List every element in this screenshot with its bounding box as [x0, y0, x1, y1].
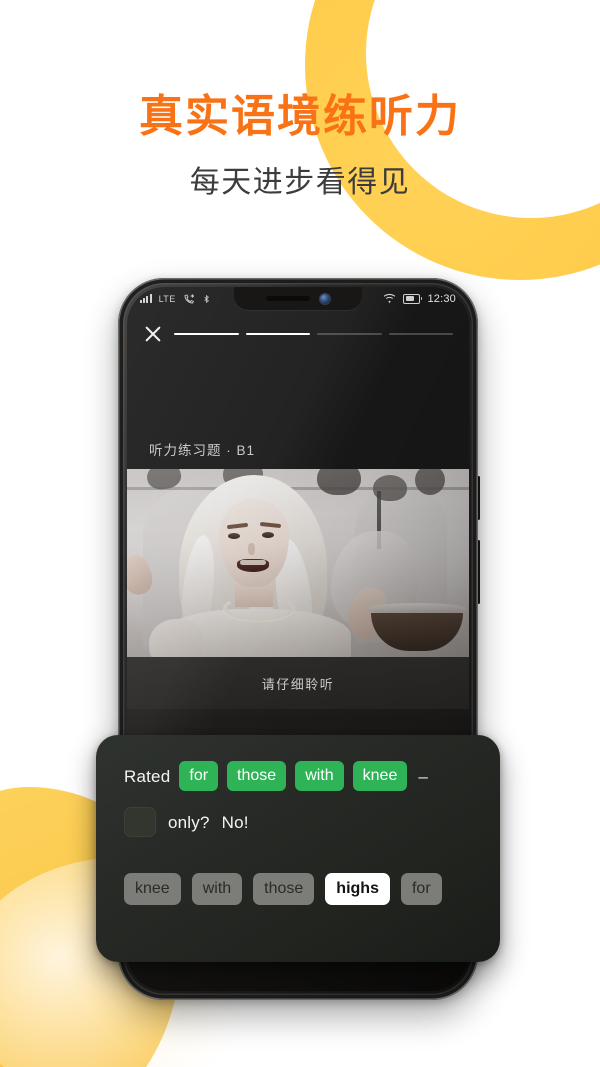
lesson-progress-bar: [174, 333, 453, 335]
progress-segment: [245, 333, 310, 335]
lesson-label: 听力练习题 · B1: [149, 443, 256, 458]
answer-blank-slot[interactable]: [124, 807, 156, 837]
phone-notch: [234, 287, 362, 310]
sentence-word: No!: [221, 812, 249, 832]
answer-chip-filled[interactable]: those: [227, 761, 287, 791]
front-camera-icon: [320, 293, 330, 304]
status-bar-right: 12:30: [383, 293, 456, 305]
movie-still-image: [127, 469, 469, 657]
bluetooth-icon: [203, 294, 209, 303]
promo-subheadline: 每天进步看得见: [189, 165, 411, 199]
status-bar-clock: 12:30: [427, 292, 456, 305]
earpiece-speaker: [266, 296, 310, 301]
word-bank-chip[interactable]: knee: [124, 873, 181, 905]
progress-segment: [317, 333, 382, 335]
promo-headline: 真实语境练听力: [139, 92, 461, 141]
sentence-word: only?: [168, 812, 210, 832]
signal-bars-icon: [140, 294, 152, 303]
network-label: LTE: [158, 293, 176, 304]
word-bank-chip[interactable]: those: [253, 873, 315, 905]
progress-segment: [388, 333, 453, 335]
sentence-row-1: Rated for those with knee –: [124, 761, 472, 791]
lesson-media-still[interactable]: movie-still-white-haired-woman: [127, 469, 469, 657]
battery-icon: [403, 293, 423, 304]
answer-chip-filled[interactable]: with: [295, 761, 344, 791]
status-bar-left: LTE: [140, 293, 211, 305]
sentence-dash: –: [418, 766, 428, 786]
answer-chip-filled[interactable]: knee: [352, 761, 408, 791]
sentence-row-2: only? No!: [124, 807, 472, 837]
answer-card: Rated for those with knee – only? No! knee with…: [96, 735, 500, 962]
word-bank-chip-selected[interactable]: highs: [325, 873, 390, 905]
word-bank: knee with those highs for: [124, 873, 472, 905]
word-bank-chip[interactable]: with: [191, 873, 243, 905]
promo-text-block: 真实语境练听力 每天进步看得见: [0, 92, 600, 201]
scene-shade: [127, 469, 469, 657]
media-caption: 请仔细聆听: [127, 657, 469, 709]
power-button[interactable]: [477, 540, 480, 604]
volume-button[interactable]: [477, 476, 480, 520]
word-bank-chip[interactable]: for: [400, 873, 442, 905]
close-icon[interactable]: [143, 324, 163, 344]
call-forward-icon: [184, 293, 194, 303]
sentence-word: Rated: [124, 766, 171, 786]
answer-chip-filled[interactable]: for: [179, 761, 219, 791]
progress-segment: [174, 333, 239, 335]
wifi-icon: [384, 293, 396, 303]
app-top-bar: [127, 317, 469, 351]
